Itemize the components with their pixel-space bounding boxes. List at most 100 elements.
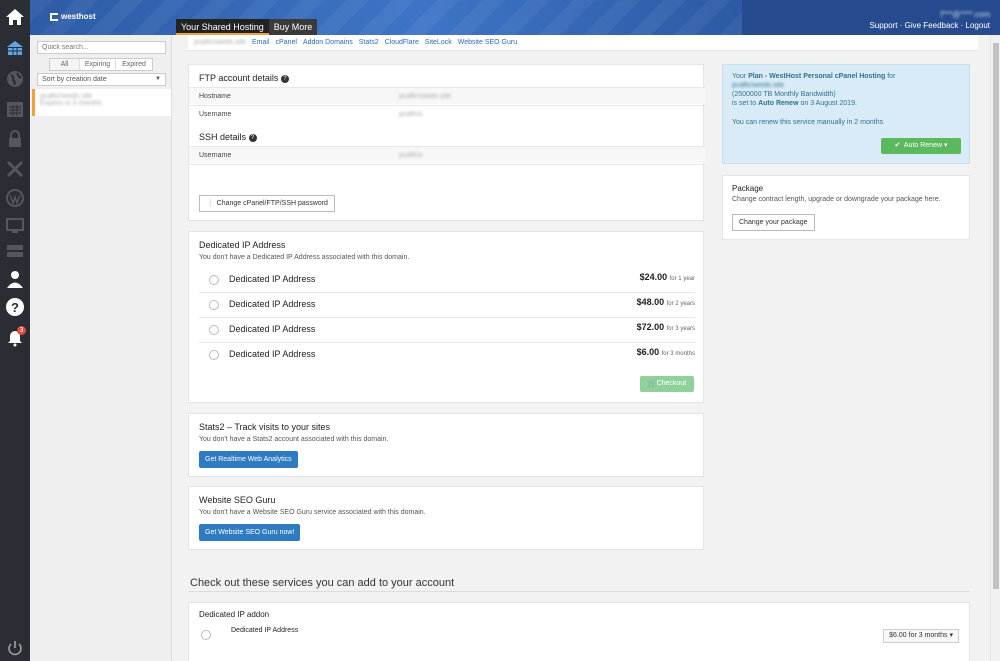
hosting-icon[interactable] <box>4 37 26 59</box>
ftp-title: FTP account details ? <box>199 73 289 83</box>
server-icon[interactable] <box>4 240 26 262</box>
support-link[interactable]: Support <box>869 21 897 30</box>
ip-option-label: Dedicated IP Address <box>229 324 316 334</box>
caret-down-icon: ▾ <box>943 142 948 149</box>
brand-name: westhost <box>61 12 96 21</box>
stats2-title: Stats2 – Track visits to your sites <box>199 422 331 432</box>
sort-select[interactable]: Sort by creation date ▼ <box>37 73 166 86</box>
help-icon[interactable]: ? <box>280 74 289 83</box>
nav-cpanel[interactable]: cPanel <box>276 39 297 46</box>
breadcrumb-domain[interactable]: pcaffc/seeds.site <box>194 39 246 46</box>
notification-badge: 3 <box>17 326 26 335</box>
tab-buy-more[interactable]: Buy More <box>268 19 318 35</box>
help-icon[interactable]: ? <box>4 296 26 318</box>
seo-note: You don't have a Website SEO Guru servic… <box>199 509 426 516</box>
power-icon[interactable] <box>4 637 26 659</box>
addon-title: Dedicated IP addon <box>199 610 270 619</box>
seo-guru-card: Website SEO Guru You don't have a Websit… <box>188 486 704 550</box>
filter-expired[interactable]: Expired <box>116 59 152 70</box>
ip-option-price: $48.00 for 2 years <box>637 297 695 307</box>
logout-link[interactable]: Logout <box>966 21 990 30</box>
tools-icon[interactable] <box>4 158 26 180</box>
hostname-label: Hostname <box>199 93 231 100</box>
page-scrollbar[interactable] <box>990 35 1000 661</box>
ip-option[interactable]: Dedicated IP Address $72.00 for 3 years <box>199 318 695 343</box>
site-list-item[interactable]: pcaffc/seeds.site Expires in 3 months <box>32 89 171 116</box>
calendar-icon[interactable] <box>4 98 26 120</box>
brand-logo[interactable]: westhost <box>50 12 96 21</box>
nav-sitelock[interactable]: SiteLock <box>425 39 452 46</box>
ftp-details-card: FTP account details ? Hostname pcaffc/se… <box>188 64 705 221</box>
ip-option-period: for 3 years <box>666 326 695 332</box>
feedback-link[interactable]: Give Feedback <box>905 21 959 30</box>
ip-option-radio[interactable] <box>209 275 219 285</box>
ip-option-radio[interactable] <box>209 350 219 360</box>
quick-search-input[interactable] <box>37 41 166 54</box>
globe-icon[interactable] <box>4 68 26 90</box>
lock-icon[interactable] <box>4 128 26 150</box>
ssh-username-value: pcaffcis <box>399 152 423 159</box>
ip-option[interactable]: Dedicated IP Address $6.00 for 3 months <box>199 343 695 368</box>
scrollbar-thumb[interactable] <box>993 43 999 589</box>
ip-option-label: Dedicated IP Address <box>229 274 316 284</box>
help-icon[interactable]: ? <box>248 133 257 142</box>
addon-period-select[interactable]: $6.00 for 3 months ▾ <box>883 629 959 643</box>
plan-line: Your Plan - WestHost Personal cPanel Hos… <box>732 72 895 81</box>
stats2-note: You don't have a Stats2 account associat… <box>199 436 389 443</box>
user-menu: f***@****.com Support · Give Feedback · … <box>869 10 990 30</box>
nav-cloudflare[interactable]: CloudFlare <box>385 39 419 46</box>
sort-select-value: Sort by creation date <box>42 76 107 83</box>
ip-option[interactable]: Dedicated IP Address $48.00 for 2 years <box>199 293 695 318</box>
wordpress-icon[interactable] <box>4 187 26 209</box>
ip-option-period: for 3 months <box>661 351 695 357</box>
check-icon: ✔ <box>894 142 901 149</box>
dedicated-ip-card: Dedicated IP Address You don't have a De… <box>188 231 704 403</box>
user-icon[interactable] <box>4 268 26 290</box>
ip-option-radio[interactable] <box>209 300 219 310</box>
username-row: Username pcaffcis <box>189 105 705 122</box>
package-title: Package <box>732 184 764 193</box>
home-icon[interactable] <box>4 6 26 28</box>
tab-your-shared-hosting[interactable]: Your Shared Hosting <box>176 19 269 35</box>
svg-text:?: ? <box>11 300 19 315</box>
ip-option[interactable]: Dedicated IP Address $24.00 for 1 year <box>199 268 695 293</box>
main-content: pcaffc/seeds.site Email cPanel Addon Dom… <box>173 35 990 661</box>
addon-period-value: $6.00 for 3 months <box>889 632 948 639</box>
ssh-username-label: Username <box>199 152 232 159</box>
ip-option-label: Dedicated IP Address <box>229 349 316 359</box>
ip-option-price-value: $6.00 <box>636 347 660 357</box>
header-tabs: Your Shared Hosting Buy More <box>176 19 318 35</box>
nav-addon-domains[interactable]: Addon Domains <box>303 39 353 46</box>
ssh-title: SSH details ? <box>199 132 257 142</box>
ip-option-radio[interactable] <box>209 325 219 335</box>
site-expiry: Expires in 3 months <box>40 100 102 107</box>
checkout-label: Checkout <box>656 380 687 387</box>
filter-all[interactable]: All <box>50 59 80 70</box>
nav-website-seo-guru[interactable]: Website SEO Guru <box>458 39 517 46</box>
ip-option-price-value: $48.00 <box>636 297 665 307</box>
stats2-card: Stats2 – Track visits to your sites You … <box>188 413 704 477</box>
auto-renew-button[interactable]: ✔ Auto Renew ▾ <box>881 138 961 154</box>
site-name: pcaffc/seeds.site <box>40 93 93 100</box>
renew-state: Auto Renew <box>758 100 799 107</box>
nav-stats2[interactable]: Stats2 <box>359 39 379 46</box>
ip-option-period: for 2 years <box>666 301 695 307</box>
username-label: Username <box>199 111 232 118</box>
change-password-button[interactable]: ❕ Change cPanel/FTP/SSH password <box>199 195 335 212</box>
plan-prefix: Your <box>732 73 749 80</box>
addon-radio[interactable] <box>201 630 211 640</box>
user-email: f***@****.com <box>940 10 990 19</box>
get-seo-guru-button[interactable]: Get Website SEO Guru now! <box>199 524 301 541</box>
get-analytics-button[interactable]: Get Realtime Web Analytics <box>199 451 298 468</box>
caret-down-icon: ▾ <box>949 632 953 639</box>
hostname-value: pcaffc/seeds.site <box>399 93 452 100</box>
nav-email[interactable]: Email <box>252 39 270 46</box>
ssh-title-text: SSH details <box>199 132 247 142</box>
plan-domain: pcaffc/seeds.site <box>732 82 785 89</box>
monitor-icon[interactable] <box>4 215 26 237</box>
checkout-button[interactable]: 🛒Checkout <box>640 376 694 392</box>
ip-option-price: $72.00 for 3 years <box>637 322 695 332</box>
change-package-button[interactable]: Change your package <box>732 214 815 231</box>
filter-expiring[interactable]: Expiring <box>80 59 116 70</box>
plan-bandwidth: (2500000 TB Monthly Bandwidth) <box>732 91 836 98</box>
